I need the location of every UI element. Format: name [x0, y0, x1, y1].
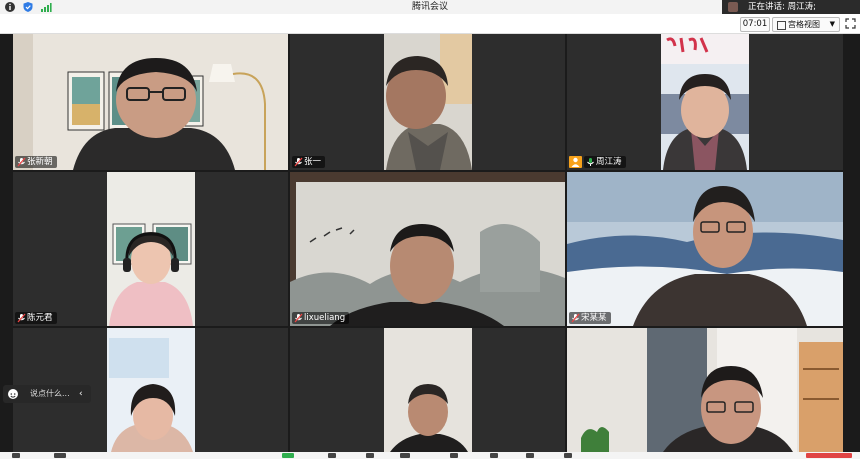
video-tile[interactable]: lixueliang — [290, 172, 565, 326]
view-mode-label: 宫格视图 — [788, 20, 820, 29]
video-tile[interactable] — [290, 328, 565, 452]
video-frame — [567, 34, 843, 170]
participant-name: 陈元君 — [27, 313, 53, 323]
fullscreen-icon[interactable] — [844, 17, 857, 30]
video-frame — [290, 34, 565, 170]
participant-name-tag: 陈元君 — [15, 312, 57, 324]
record-icon[interactable] — [450, 453, 458, 458]
participant-name-tag: 张新朝 — [15, 156, 57, 168]
host-badge — [569, 156, 582, 168]
mic-muted-icon — [571, 313, 580, 323]
mic-muted-icon — [17, 157, 26, 167]
video-frame — [13, 172, 288, 326]
grid-icon — [777, 21, 786, 30]
mic-muted-icon — [17, 313, 26, 323]
participant-name-tag: 周江涛 — [584, 156, 626, 168]
chat-icon[interactable] — [400, 453, 410, 458]
video-tile[interactable]: 张一 — [290, 34, 565, 170]
participant-name-tag: 张一 — [292, 156, 326, 168]
mic-muted-icon — [294, 157, 303, 167]
invite-icon[interactable] — [328, 453, 336, 458]
video-frame — [290, 172, 565, 326]
participant-name: lixueliang — [304, 313, 346, 323]
members-icon[interactable] — [366, 453, 374, 458]
participant-name-tag: 宋某某 — [569, 312, 611, 324]
participant-name: 张新朝 — [27, 157, 53, 167]
video-tile[interactable] — [567, 328, 843, 452]
meeting-toolbar — [0, 14, 860, 34]
settings-icon[interactable] — [526, 453, 534, 458]
video-tile[interactable]: 周江涛 — [567, 34, 843, 170]
participant-name: 宋某某 — [581, 313, 607, 323]
speaking-label: 正在讲话: 周江涛; — [748, 2, 816, 12]
video-frame — [567, 172, 843, 326]
video-frame — [13, 34, 288, 170]
video-tile[interactable]: 张新朝 — [13, 34, 288, 170]
view-mode-button[interactable]: 宫格视图 ▼ — [772, 17, 840, 32]
speaking-indicator: 正在讲话: 周江涛; — [722, 0, 860, 14]
speaker-avatar — [728, 2, 738, 12]
participant-name: 周江涛 — [596, 157, 622, 167]
video-icon[interactable] — [54, 453, 66, 458]
participant-name-tag: lixueliang — [292, 312, 350, 324]
video-frame — [567, 328, 843, 452]
meeting-timer: 07:01 — [740, 17, 770, 32]
mic-icon[interactable] — [12, 453, 20, 458]
mic-active-icon — [587, 158, 594, 166]
collapse-arrow-icon[interactable]: ‹ — [79, 385, 83, 403]
participant-name: 张一 — [304, 157, 322, 167]
apps-icon[interactable] — [490, 453, 498, 458]
chat-placeholder: 说点什么... — [30, 389, 70, 398]
video-tile[interactable]: 宋某某 — [567, 172, 843, 326]
mic-muted-icon — [294, 313, 303, 323]
video-tile[interactable]: 陈元君 — [13, 172, 288, 326]
user-icon — [571, 157, 580, 167]
bottom-toolbar — [0, 452, 860, 459]
leave-button[interactable] — [806, 453, 852, 458]
chat-input[interactable]: 说点什么... ‹ — [3, 385, 91, 403]
video-frame — [290, 328, 565, 452]
more-icon[interactable] — [564, 453, 572, 458]
emoji-icon[interactable] — [8, 389, 18, 399]
chevron-down-icon: ▼ — [829, 20, 835, 28]
share-screen-icon[interactable] — [282, 453, 294, 458]
